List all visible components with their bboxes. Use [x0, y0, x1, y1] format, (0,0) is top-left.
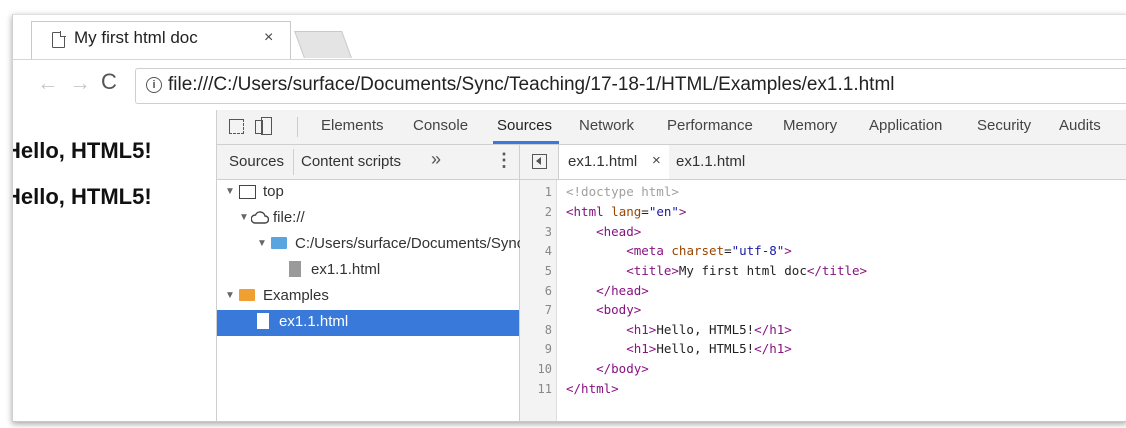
- code-line: <h1>Hello, HTML5!</h1>: [626, 341, 792, 356]
- line-number: 11: [537, 382, 552, 396]
- line-number: 3: [544, 225, 552, 239]
- device-toolbar-icon[interactable]: [255, 117, 272, 135]
- tab-elements[interactable]: Elements: [321, 117, 384, 134]
- tree-item-label: ex1.1.html: [311, 261, 381, 278]
- frame-icon: [239, 185, 256, 199]
- code-line: </body>: [596, 361, 649, 376]
- tab-title: My first html doc: [74, 28, 198, 47]
- close-icon[interactable]: ×: [652, 152, 661, 169]
- folder-icon: [239, 289, 255, 301]
- code-line: </head>: [596, 283, 649, 298]
- editor-tabs: ex1.1.html × ex1.1.html: [520, 145, 1126, 180]
- back-arrow-icon[interactable]: ←: [37, 70, 59, 96]
- inspect-element-icon[interactable]: [229, 119, 244, 134]
- more-tabs-icon[interactable]: »: [431, 149, 441, 170]
- info-icon[interactable]: i: [146, 77, 162, 93]
- reload-icon[interactable]: C: [101, 69, 117, 95]
- tab-memory[interactable]: Memory: [783, 117, 837, 134]
- url-text[interactable]: file:///C:/Users/surface/Documents/Sync/…: [168, 74, 895, 96]
- tree-item-folder[interactable]: ▼ Examples: [217, 284, 519, 310]
- tree-item-file[interactable]: ex1.1.html: [217, 258, 519, 284]
- tab-sources[interactable]: Sources: [497, 117, 552, 134]
- browser-toolbar: ← → C i file:///C:/Users/surface/Documen…: [13, 59, 1126, 110]
- tab-security[interactable]: Security: [977, 117, 1031, 134]
- new-tab-button[interactable]: [294, 31, 352, 58]
- tree-item-label: Examples: [263, 287, 329, 304]
- file-navigator: Sources Content scripts » ⋮ ▼ top ▼ file…: [217, 145, 759, 421]
- toolbar-divider: [297, 117, 298, 137]
- expand-triangle-icon[interactable]: ▼: [239, 212, 249, 223]
- code-line: <head>: [596, 224, 642, 239]
- line-number: 2: [544, 205, 552, 219]
- expand-triangle-icon[interactable]: ▼: [257, 238, 267, 249]
- tab-application[interactable]: Application: [869, 117, 942, 134]
- page-viewport: Hello, HTML5! Hello, HTML5!: [13, 110, 216, 421]
- code-line: <meta charset="utf-8">: [626, 243, 792, 258]
- tree-item-origin[interactable]: ▼ file://: [217, 206, 519, 232]
- browser-tab[interactable]: My first html doc ×: [31, 21, 291, 60]
- tree-item-label: ex1.1.html: [279, 313, 349, 330]
- tree-item-folder[interactable]: ▼ C:/Users/surface/Documents/Sync/Teachi…: [217, 232, 759, 258]
- line-number: 4: [544, 244, 552, 258]
- tab-sources-navigator[interactable]: Sources: [229, 153, 284, 170]
- line-number: 5: [544, 264, 552, 278]
- line-number: 1: [544, 185, 552, 199]
- toggle-navigator-icon[interactable]: [532, 154, 547, 169]
- browser-window: My first html doc × ← → C i file:///C:/U…: [12, 14, 1126, 422]
- tree-item-file-selected[interactable]: ex1.1.html: [217, 310, 519, 336]
- code-line: <h1>Hello, HTML5!</h1>: [626, 322, 792, 337]
- line-number-gutter: 1 2 3 4 5 6 7 8 9 10 11: [520, 180, 557, 421]
- code-line: <title>My first html doc</title>: [626, 263, 868, 278]
- expand-triangle-icon[interactable]: ▼: [225, 290, 235, 301]
- line-number: 6: [544, 284, 552, 298]
- line-number: 7: [544, 303, 552, 317]
- tab-strip: My first html doc ×: [13, 15, 1126, 60]
- source-editor: ex1.1.html × ex1.1.html 1 2 3 4 5 6 7 8 …: [520, 145, 1126, 421]
- more-options-icon[interactable]: ⋮: [495, 150, 513, 171]
- code-line: </html>: [566, 381, 619, 396]
- folder-icon: [271, 237, 287, 249]
- active-tab-indicator: [493, 141, 559, 144]
- devtools-toolbar: Elements Console Sources Network Perform…: [217, 110, 1126, 145]
- editor-tab[interactable]: ex1.1.html: [568, 153, 637, 170]
- expand-triangle-icon[interactable]: ▼: [225, 186, 235, 197]
- tree-item-top[interactable]: ▼ top: [217, 180, 519, 206]
- tab-console[interactable]: Console: [413, 117, 468, 134]
- file-icon: [257, 313, 269, 329]
- tree-item-label: file://: [273, 209, 305, 226]
- code-line: <!doctype html>: [566, 184, 679, 199]
- tab-audits[interactable]: Audits: [1059, 117, 1101, 134]
- navigator-tabs: Sources Content scripts » ⋮: [217, 145, 519, 180]
- file-icon: [289, 261, 301, 277]
- tab-content-scripts[interactable]: Content scripts: [301, 153, 401, 170]
- tab-network[interactable]: Network: [579, 117, 634, 134]
- address-bar[interactable]: i file:///C:/Users/surface/Documents/Syn…: [135, 68, 1126, 104]
- editor-tab[interactable]: ex1.1.html: [676, 153, 745, 170]
- line-number: 9: [544, 342, 552, 356]
- devtools-panel: Elements Console Sources Network Perform…: [216, 110, 1126, 421]
- line-number: 8: [544, 323, 552, 337]
- code-line: <html lang="en">: [566, 204, 687, 219]
- line-number: 10: [537, 362, 552, 376]
- page-heading: Hello, HTML5!: [13, 138, 152, 163]
- cloud-icon: [250, 210, 270, 224]
- tab-close-icon[interactable]: ×: [264, 29, 273, 47]
- forward-arrow-icon[interactable]: →: [69, 70, 91, 96]
- tab-performance[interactable]: Performance: [667, 117, 753, 134]
- navigator-divider: [293, 149, 294, 175]
- code-line: <body>: [596, 302, 642, 317]
- page-heading: Hello, HTML5!: [13, 184, 152, 209]
- tree-item-label: top: [263, 183, 284, 200]
- document-icon: [52, 31, 66, 48]
